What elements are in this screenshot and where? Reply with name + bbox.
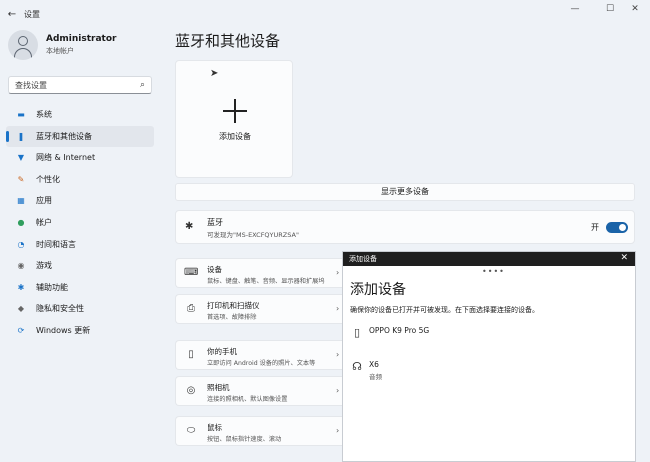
sidebar-item-privacy[interactable]: ◆ 隐私和安全性 [6, 298, 154, 319]
sidebar-item-personalization[interactable]: ✎ 个性化 [6, 169, 154, 190]
bluetooth-row: ✱ 蓝牙 可发现为"MS-EXCFQYURZSA" 开 [175, 210, 635, 244]
dialog-header: 添加设备 ✕ [343, 252, 635, 266]
add-device-label: 添加设备 [219, 132, 251, 141]
dialog-header-title: 添加设备 [349, 255, 377, 263]
bluetooth-icon: ✱ [185, 221, 194, 232]
chevron-right-icon: › [336, 386, 340, 395]
mouse-cursor-icon: ➤ [210, 68, 219, 79]
chevron-right-icon: › [336, 426, 340, 435]
settings-row-printers[interactable]: ⎙ 打印机和扫描仪 首选项、故障排除 › [175, 294, 343, 324]
update-icon: ⟳ [17, 325, 25, 335]
headphones-icon: ☊ [352, 360, 362, 373]
printer-icon: ⎙ [187, 303, 195, 314]
sidebar-item-system[interactable]: ▬ 系统 [6, 104, 154, 125]
gamepad-icon: ◉ [17, 261, 25, 271]
camera-icon: ◎ [186, 385, 196, 396]
sidebar-item-windows-update[interactable]: ⟳ Windows 更新 [6, 320, 154, 341]
window-title: 设置 [24, 9, 40, 19]
sidebar-item-accessibility[interactable]: ✱ 辅助功能 [6, 277, 154, 298]
chevron-right-icon: › [336, 304, 340, 313]
apps-icon: ▦ [17, 196, 25, 206]
phone-icon: ▯ [353, 326, 361, 339]
discovered-device-x6[interactable]: ☊ X6 音频 [350, 360, 630, 390]
bluetooth-devices-icon: ❚ [17, 131, 25, 141]
sidebar-item-bluetooth-devices[interactable]: ❚ 蓝牙和其他设备 [6, 125, 154, 147]
discovered-device-oppo[interactable]: ▯ OPPO K9 Pro 5G [350, 326, 630, 356]
sidebar-nav: ▬ 系统 ❚ 蓝牙和其他设备 ▼ 网络 & Internet ✎ 个性化 ▦ 应用 ● 帐户… [6, 104, 154, 342]
brush-icon: ✎ [17, 174, 25, 184]
sidebar-item-apps[interactable]: ▦ 应用 [6, 190, 154, 211]
account-type: 本地帐户 [46, 47, 74, 55]
settings-row-your-phone[interactable]: ▯ 你的手机 立即访问 Android 设备的照片、文本等 › [175, 340, 343, 370]
minimize-button[interactable]: — [560, 0, 590, 18]
title-bar: ← 设置 [0, 0, 650, 28]
accessibility-icon: ✱ [17, 282, 25, 292]
sidebar-item-gaming[interactable]: ◉ 游戏 [6, 255, 154, 276]
bluetooth-discoverable-text: 可发现为"MS-EXCFQYURZSA" [207, 231, 299, 239]
add-device-dialog: 添加设备 ✕ •••• 添加设备 确保你的设备已打开并可被发现。在下面选择要连接… [342, 251, 636, 462]
mouse-icon: ⬭ [186, 425, 196, 436]
dialog-description: 确保你的设备已打开并可被发现。在下面选择要连接的设备。 [350, 306, 539, 314]
back-arrow-icon[interactable]: ← [0, 9, 24, 20]
globe-clock-icon: ◔ [17, 239, 25, 249]
plus-icon [223, 99, 247, 123]
dialog-close-button[interactable]: ✕ [620, 253, 628, 263]
sidebar-item-time-language[interactable]: ◔ 时间和语言 [6, 234, 154, 255]
add-device-card[interactable]: 添加设备 [175, 60, 293, 178]
sidebar-item-accounts[interactable]: ● 帐户 [6, 212, 154, 233]
settings-row-camera[interactable]: ◎ 照相机 连接的照相机、默认图像设置 › [175, 376, 343, 406]
settings-row-devices[interactable]: ⌨ 设备 鼠标、键盘、触笔、音频、显示器和扩展坞 › [175, 258, 343, 288]
bluetooth-title: 蓝牙 [207, 218, 223, 227]
wifi-icon: ▼ [17, 153, 25, 163]
person-icon: ● [17, 217, 25, 227]
sidebar-item-network[interactable]: ▼ 网络 & Internet [6, 147, 154, 168]
bluetooth-state-label: 开 [591, 223, 599, 232]
chevron-right-icon: › [336, 268, 340, 277]
chevron-right-icon: › [336, 350, 340, 359]
drag-handle[interactable]: •••• [482, 267, 505, 276]
close-button[interactable]: ✕ [620, 0, 650, 18]
user-profile[interactable]: Administrator 本地帐户 [8, 30, 116, 60]
person-icon [18, 36, 28, 46]
keyboard-icon: ⌨ [184, 267, 199, 278]
settings-row-mouse[interactable]: ⬭ 鼠标 按钮、鼠标指针速度、滚动 › [175, 416, 343, 446]
search-input[interactable] [15, 80, 140, 90]
phone-icon: ▯ [188, 349, 194, 360]
search-icon[interactable]: ⌕ [140, 80, 145, 90]
show-more-devices-button[interactable]: 显示更多设备 [175, 183, 635, 201]
search-box[interactable]: ⌕ [8, 76, 152, 94]
avatar [8, 30, 38, 60]
shield-icon: ◆ [17, 304, 25, 314]
monitor-icon: ▬ [17, 110, 25, 119]
page-title: 蓝牙和其他设备 [175, 32, 281, 50]
user-name: Administrator [46, 34, 117, 44]
bluetooth-toggle[interactable] [606, 222, 628, 233]
dialog-title: 添加设备 [350, 282, 406, 298]
